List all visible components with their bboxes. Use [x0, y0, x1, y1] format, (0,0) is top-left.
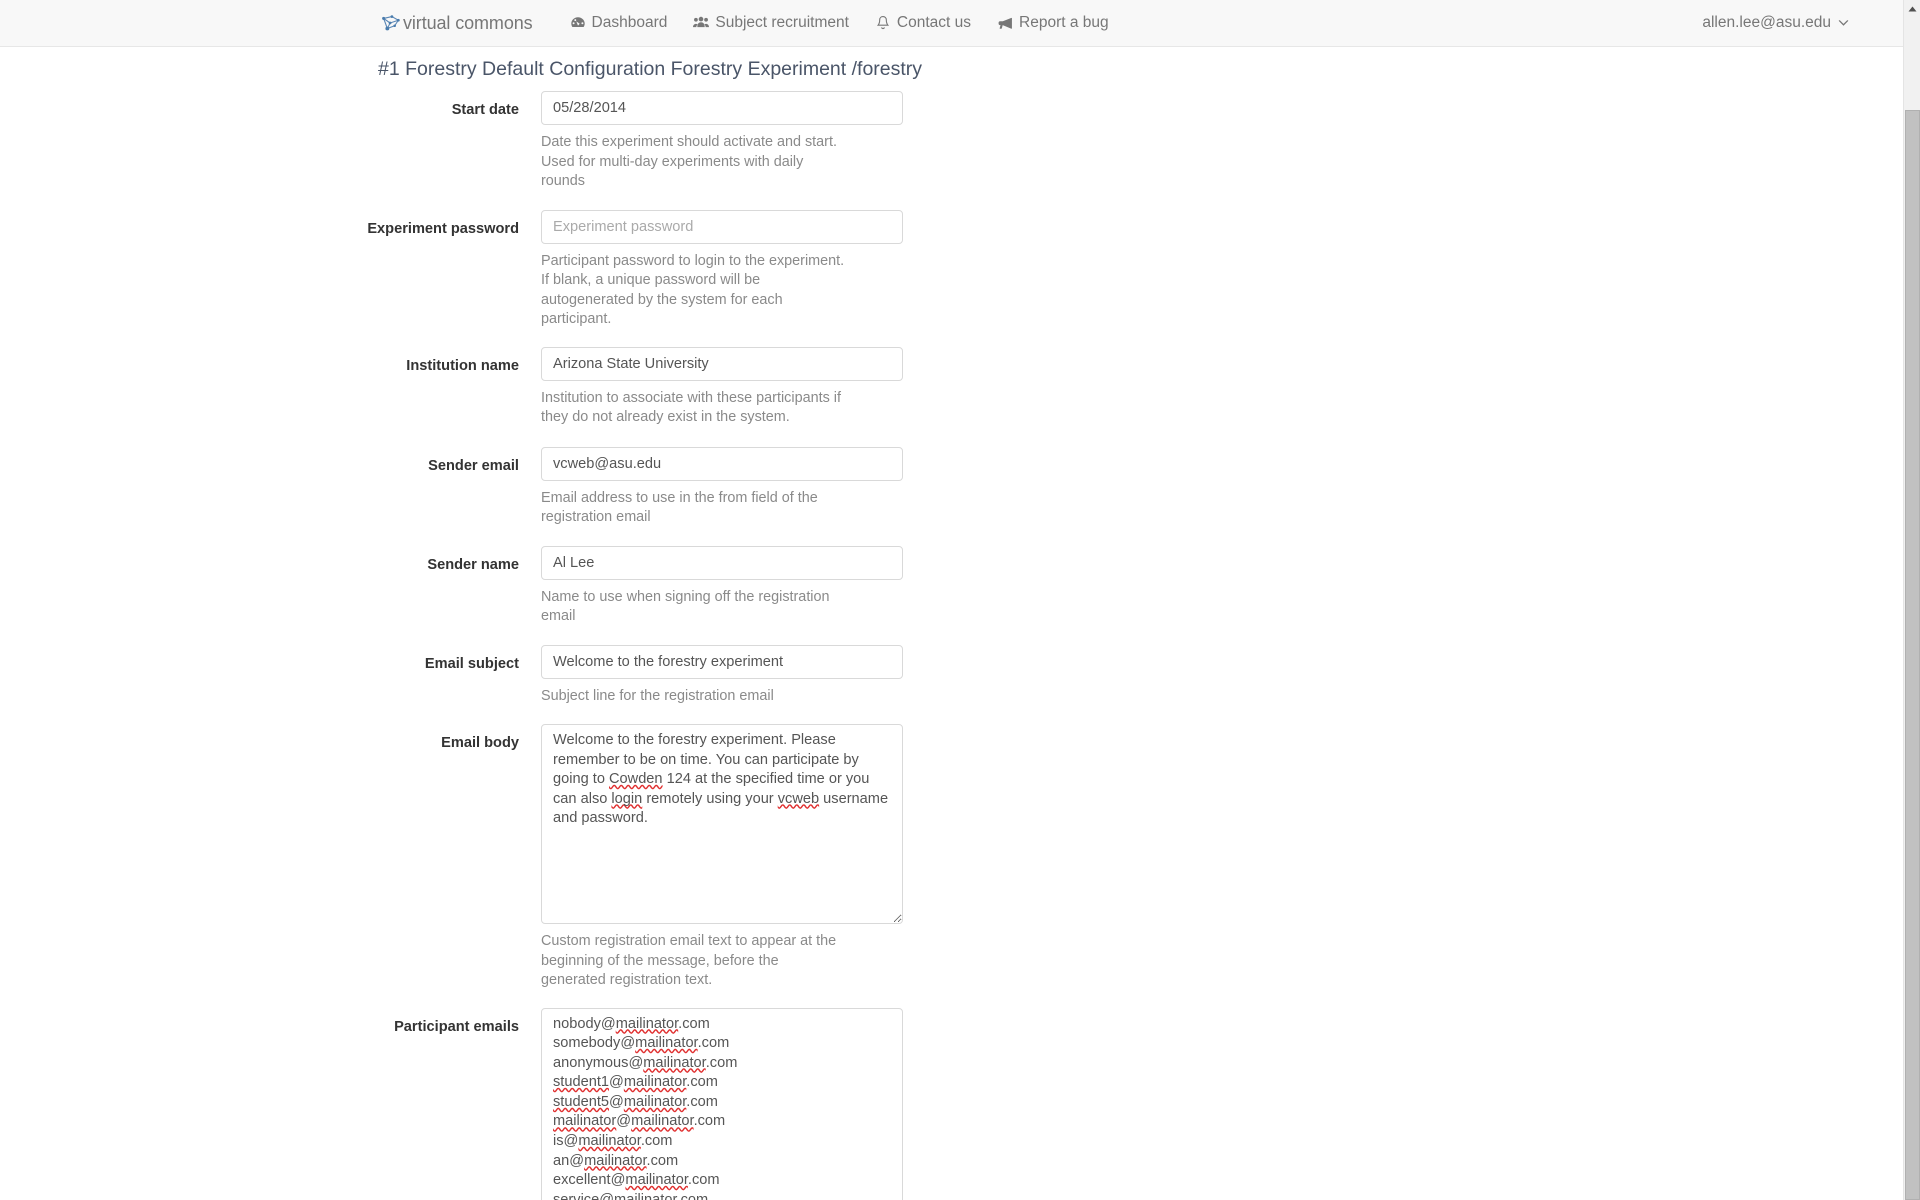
- form-group-experiment-password: Experiment password Participant password…: [0, 209, 1903, 330]
- primary-nav: Dashboard Subject recruitment Contact us…: [557, 14, 1122, 32]
- nav-link-report-a-bug[interactable]: Report a bug: [984, 14, 1122, 32]
- navbar-inner: virtual commons Dashboard Subject recrui…: [378, 0, 1122, 47]
- email-subject-input[interactable]: [541, 644, 903, 679]
- nav-link-label: Report a bug: [1019, 14, 1109, 31]
- form-group-participant-emails: Participant emails nobody@mailinator.com…: [0, 1007, 1903, 1200]
- bell-icon: [875, 15, 891, 31]
- institution-name-label: Institution name: [406, 357, 519, 374]
- user-menu[interactable]: allen.lee@asu.edu: [1702, 14, 1849, 32]
- participant-emails-label: Participant emails: [394, 1018, 519, 1035]
- nav-link-label: Subject recruitment: [715, 14, 849, 31]
- sender-name-input[interactable]: [541, 545, 903, 580]
- sender-name-help: Name to use when signing off the registr…: [541, 588, 830, 625]
- sender-name-control: Name to use when signing off the registr…: [541, 545, 903, 627]
- email-subject-label: Email subject: [424, 655, 519, 672]
- email-body-help: Custom registration email text to appear…: [541, 933, 837, 988]
- scrollbar-thumb[interactable]: [1905, 110, 1920, 1200]
- start-date-help: Date this experiment should activate and…: [541, 134, 837, 189]
- experiment-password-label: Experiment password: [367, 220, 519, 237]
- participant-emails-textarea[interactable]: nobody@mailinator.com somebody@mailinator…: [541, 1007, 903, 1200]
- brand-label: virtual commons: [403, 12, 533, 33]
- sender-email-control: Email address to use in the from field o…: [541, 446, 903, 528]
- form-group-email-subject: Email subject Subject line for the regis…: [0, 644, 1903, 707]
- content-container: #1 Forestry Default Configuration Forest…: [0, 47, 1903, 1200]
- page-title: #1 Forestry Default Configuration Forest…: [378, 58, 923, 80]
- experiment-password-help: Participant password to login to the exp…: [541, 252, 845, 328]
- form-group-institution-name: Institution name Institution to associat…: [0, 346, 1903, 428]
- experiment-password-control: Participant password to login to the exp…: [541, 209, 903, 330]
- user-menu-label: allen.lee@asu.edu: [1702, 14, 1831, 31]
- participant-emails-control: nobody@mailinator.com somebody@mailinator…: [541, 1007, 903, 1200]
- dashboard-icon: [570, 15, 586, 31]
- page-body: #1 Forestry Default Configuration Forest…: [0, 47, 1903, 1200]
- top-navbar: virtual commons Dashboard Subject recrui…: [0, 0, 1903, 47]
- nav-link-dashboard[interactable]: Dashboard: [557, 14, 681, 32]
- form-group-start-date: Start date Date this experiment should a…: [0, 91, 1903, 192]
- email-subject-help: Subject line for the registration email: [541, 687, 774, 704]
- start-date-input[interactable]: [541, 91, 903, 125]
- institution-name-control: Institution to associate with these part…: [541, 346, 903, 428]
- page-scrollbar[interactable]: [1903, 0, 1920, 1200]
- email-body-label: Email body: [441, 735, 519, 751]
- start-date-control: Date this experiment should activate and…: [541, 91, 903, 192]
- sender-email-help: Email address to use in the from field o…: [541, 489, 818, 526]
- chevron-down-icon: [1838, 19, 1849, 27]
- users-group-icon: [693, 15, 710, 31]
- form-group-sender-name: Sender name Name to use when signing off…: [0, 545, 1903, 627]
- bullhorn-icon: [997, 15, 1013, 31]
- form-group-sender-email: Sender email Email address to use in the…: [0, 446, 1903, 528]
- scrollbar-up-arrow-icon[interactable]: [1904, 0, 1920, 17]
- sender-name-label: Sender name: [427, 556, 519, 573]
- institution-name-help: Institution to associate with these part…: [541, 389, 841, 426]
- nav-link-label: Dashboard: [591, 14, 668, 31]
- institution-name-input[interactable]: [541, 346, 903, 381]
- nav-link-subject-recruitment[interactable]: Subject recruitment: [680, 14, 862, 32]
- email-body-textarea[interactable]: Welcome to the forestry experiment. Plea…: [541, 724, 903, 924]
- experiment-configuration-form: Start date Date this experiment should a…: [0, 91, 1903, 1200]
- experiment-password-input[interactable]: [541, 209, 903, 244]
- nav-link-contact-us[interactable]: Contact us: [862, 14, 984, 32]
- brand-logo-link[interactable]: virtual commons: [378, 12, 535, 34]
- sender-email-input[interactable]: [541, 446, 903, 481]
- start-date-label: Start date: [451, 102, 519, 118]
- form-group-email-body: Email body Welcome to the forestry exper…: [0, 724, 1903, 991]
- email-subject-control: Subject line for the registration email: [541, 644, 903, 707]
- sender-email-label: Sender email: [428, 457, 519, 474]
- network-graph-icon: [380, 12, 403, 34]
- email-body-control: Welcome to the forestry experiment. Plea…: [541, 724, 903, 991]
- nav-link-label: Contact us: [896, 14, 972, 31]
